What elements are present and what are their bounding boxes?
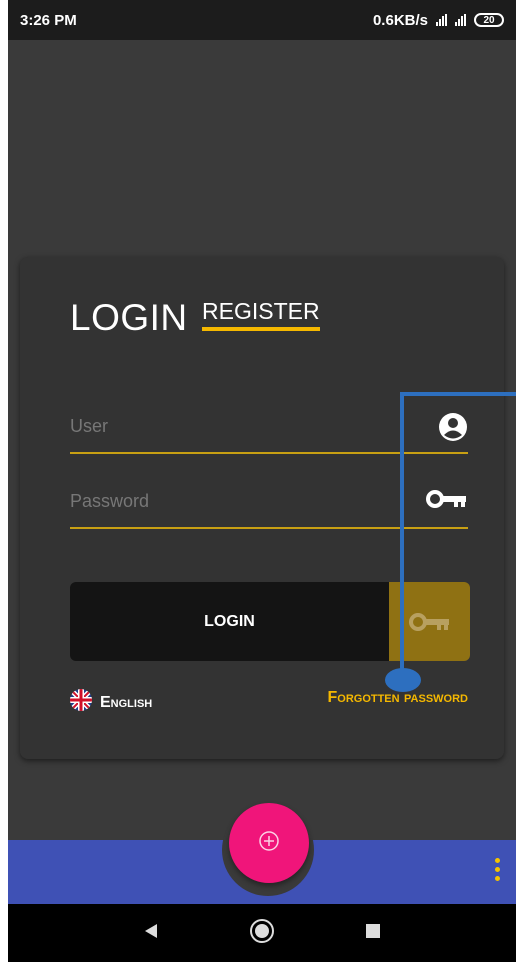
annotation-dot <box>385 668 421 692</box>
recents-icon[interactable] <box>365 923 381 944</box>
status-indicators: 0.6KB/s 20 <box>373 12 504 29</box>
home-icon[interactable] <box>249 918 275 949</box>
login-button[interactable]: LOGIN <box>70 582 470 661</box>
more-vert-icon[interactable] <box>492 858 502 881</box>
system-nav-bar <box>8 904 516 962</box>
signal-icon-2 <box>455 14 466 26</box>
battery-icon: 20 <box>474 13 504 27</box>
annotation-line-vertical <box>400 393 404 679</box>
annotation-line-horizontal <box>400 392 516 396</box>
language-selector[interactable]: English <box>70 689 152 716</box>
status-time: 3:26 PM <box>20 11 77 29</box>
user-placeholder: User <box>70 416 109 436</box>
login-card: LOGIN REGISTER User Password LOGIN Engli… <box>20 257 504 759</box>
status-bar: 3:26 PM 0.6KB/s 20 <box>8 0 516 40</box>
forgot-password-link[interactable]: Forgotten password <box>327 689 468 707</box>
login-button-label: LOGIN <box>70 582 389 661</box>
tab-login[interactable]: LOGIN <box>70 297 188 339</box>
add-fab-button[interactable] <box>229 803 309 883</box>
phone-screen: 3:26 PM 0.6KB/s 20 LOGIN REGISTER User P… <box>8 0 516 962</box>
tab-register[interactable]: REGISTER <box>202 298 320 331</box>
user-field[interactable]: User <box>70 412 468 454</box>
password-placeholder: Password <box>70 491 150 511</box>
uk-flag-icon <box>70 689 92 716</box>
key-icon <box>426 487 468 516</box>
add-circle-icon <box>258 830 280 857</box>
language-label: English <box>100 693 153 711</box>
account-circle-icon <box>438 412 468 447</box>
network-speed: 0.6KB/s <box>372 11 428 29</box>
back-icon[interactable] <box>143 923 159 944</box>
signal-icon <box>436 14 447 26</box>
password-field[interactable]: Password <box>70 487 468 529</box>
